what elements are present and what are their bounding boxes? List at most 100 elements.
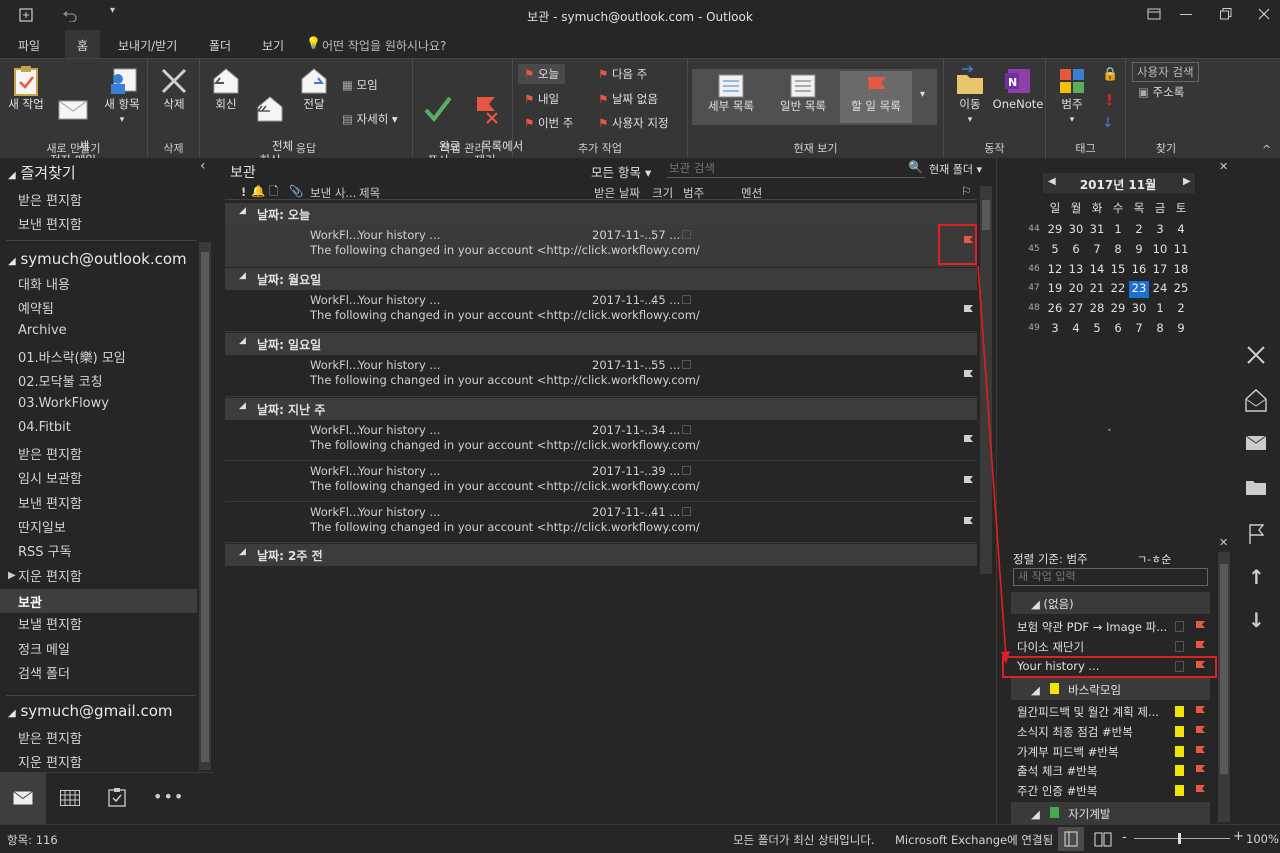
- nav-folder[interactable]: 02.모닥불 코칭: [18, 371, 103, 390]
- search-box[interactable]: 🔍: [667, 160, 925, 178]
- gmail-inbox[interactable]: 받은 편지함: [18, 728, 82, 747]
- message-row[interactable]: WorkFl... Your history ... 2017-11-... 57 .…: [225, 225, 977, 267]
- calendar-day[interactable]: 4: [1066, 321, 1086, 335]
- calendar-day[interactable]: 9: [1171, 321, 1191, 335]
- calendar-day[interactable]: 30: [1129, 301, 1149, 315]
- nav-folder[interactable]: 딴지일보: [18, 517, 66, 536]
- nav-folder[interactable]: 받은 편지함: [18, 444, 82, 463]
- collapse-triangle-icon[interactable]: ◢: [239, 547, 246, 557]
- delete-x-icon[interactable]: [1246, 345, 1266, 365]
- close-window-icon[interactable]: [1258, 8, 1270, 20]
- expand-triangle-icon[interactable]: ▶: [8, 570, 16, 581]
- message-row[interactable]: WorkFl... Your history ... 2017-11-... 34 .…: [225, 420, 977, 461]
- reminder-column-icon[interactable]: 🔔: [251, 184, 265, 198]
- categorize-button[interactable]: 범주 ▾: [1052, 65, 1092, 127]
- account-outlook-header[interactable]: ◢ symuch@outlook.com: [8, 250, 187, 268]
- category-column[interactable]: 범주: [683, 185, 704, 201]
- list-scroll-thumb[interactable]: [982, 200, 990, 230]
- address-book-button[interactable]: ▣ 주소록: [1138, 84, 1184, 100]
- calendar-day[interactable]: 28: [1087, 301, 1107, 315]
- calendar-day[interactable]: 2: [1129, 222, 1149, 236]
- calendar-day[interactable]: 8: [1108, 242, 1128, 256]
- flag-icon[interactable]: [1195, 784, 1207, 797]
- calendar-day[interactable]: 20: [1066, 281, 1086, 295]
- calendar-day[interactable]: 14: [1087, 262, 1107, 276]
- gmail-deleted[interactable]: 지운 편지함: [18, 752, 82, 771]
- group-header[interactable]: ◢ 날짜: 일요일: [225, 333, 977, 355]
- received-column[interactable]: 받은 날짜: [594, 185, 640, 201]
- flag-today-button[interactable]: ⚑ 오늘: [518, 64, 566, 84]
- calendar-day[interactable]: 12: [1045, 262, 1065, 276]
- flag-icon[interactable]: [1195, 725, 1207, 738]
- collapse-triangle-icon[interactable]: ◢: [239, 206, 246, 216]
- calendar-day[interactable]: 15: [1108, 262, 1128, 276]
- high-importance-icon[interactable]: !: [1106, 91, 1113, 109]
- sort-by[interactable]: 정렬 기준: 범주: [1013, 551, 1088, 567]
- tab-file[interactable]: 파일: [18, 37, 40, 54]
- tab-folder[interactable]: 폴더: [209, 37, 231, 54]
- calendar-day[interactable]: 31: [1087, 222, 1107, 236]
- task-item[interactable]: 보험 약관 PDF → Image 파...: [1011, 616, 1210, 636]
- zoom-slider-thumb[interactable]: [1178, 833, 1181, 844]
- task-scroll-thumb[interactable]: [1220, 564, 1228, 774]
- mark-read-icon[interactable]: [1244, 430, 1268, 454]
- reply-button[interactable]: 회신: [206, 65, 246, 111]
- new-task-button[interactable]: 새 작업: [2, 65, 50, 111]
- restore-icon[interactable]: [1220, 8, 1232, 20]
- tab-home[interactable]: 홈: [65, 30, 101, 58]
- fav-inbox[interactable]: 받은 편지함: [18, 190, 82, 209]
- fav-sent[interactable]: 보낸 편지함: [18, 214, 82, 233]
- calendar-day[interactable]: 3: [1045, 321, 1065, 335]
- calendar-day-today[interactable]: 23: [1129, 281, 1149, 299]
- low-importance-icon[interactable]: ↓: [1102, 115, 1114, 131]
- onenote-button[interactable]: N OneNote: [992, 65, 1044, 111]
- calendar-day[interactable]: 18: [1171, 262, 1191, 276]
- account-gmail-header[interactable]: ◢ symuch@gmail.com: [8, 702, 173, 720]
- flag-icon[interactable]: [1195, 705, 1207, 718]
- nav-folder[interactable]: 임시 보관함: [18, 468, 82, 487]
- tasks-nav-icon[interactable]: [108, 787, 126, 807]
- task-item[interactable]: 주간 인증 #반복: [1011, 780, 1210, 800]
- flag-this-week-button[interactable]: ⚑ 이번 주: [524, 115, 573, 131]
- nav-folder[interactable]: 04.Fitbit: [18, 420, 71, 435]
- move-button[interactable]: 이동 ▾: [950, 65, 990, 127]
- task-item[interactable]: 소식지 최종 점검 #반복: [1011, 721, 1210, 741]
- more-respond-button[interactable]: ▤ 자세히 ▾: [342, 111, 398, 127]
- calendar-day[interactable]: 10: [1150, 242, 1170, 256]
- calendar-day[interactable]: 26: [1045, 301, 1065, 315]
- flag-icon[interactable]: [1195, 640, 1207, 653]
- calendar-day[interactable]: 27: [1066, 301, 1086, 315]
- close-tasks-icon[interactable]: ✕: [1219, 536, 1228, 549]
- minimize-icon[interactable]: [1180, 14, 1192, 15]
- calendar-day[interactable]: 30: [1066, 222, 1086, 236]
- calendar-day[interactable]: 9: [1129, 242, 1149, 256]
- view-detailed-button[interactable]: 세부 목록: [696, 73, 766, 113]
- flag-custom-button[interactable]: ⚑ 사용자 지정: [598, 115, 669, 131]
- calendar-day[interactable]: 21: [1087, 281, 1107, 295]
- calendar-day[interactable]: 7: [1129, 321, 1149, 335]
- tell-me-input[interactable]: 어떤 작업을 원하시나요?: [322, 37, 446, 54]
- zoom-out-icon[interactable]: -: [1122, 830, 1127, 845]
- new-task-box[interactable]: [1013, 568, 1208, 586]
- category-box[interactable]: [682, 295, 691, 304]
- calendar-day[interactable]: 19: [1045, 281, 1065, 295]
- reading-view-icon[interactable]: [1094, 831, 1112, 847]
- calendar-day[interactable]: 29: [1108, 301, 1128, 315]
- category-box[interactable]: [682, 360, 691, 369]
- close-calendar-icon[interactable]: ✕: [1219, 160, 1228, 173]
- nav-folder[interactable]: RSS 구독: [18, 541, 72, 560]
- flag-icon[interactable]: [1195, 745, 1207, 758]
- flag-icon[interactable]: [1195, 764, 1207, 777]
- calendar-day[interactable]: 1: [1108, 222, 1128, 236]
- task-item[interactable]: 출석 체크 #반복: [1011, 760, 1210, 780]
- new-items-button[interactable]: 새 항목 ▾: [98, 65, 146, 127]
- new-task-input[interactable]: [1014, 569, 1204, 584]
- message-row[interactable]: WorkFl... Your history ... 2017-11-... 45 .…: [225, 290, 977, 332]
- calendar-day[interactable]: 24: [1150, 281, 1170, 295]
- message-row[interactable]: WorkFl... Your history ... 2017-11-... 55 .…: [225, 355, 977, 397]
- move-to-folder-icon[interactable]: [1244, 473, 1268, 497]
- task-item[interactable]: 월간피드백 및 월간 계획 제...: [1011, 701, 1210, 721]
- subject-column[interactable]: 제목: [359, 185, 380, 201]
- calendar-day[interactable]: 17: [1150, 262, 1170, 276]
- more-apps-icon[interactable]: •••: [153, 787, 184, 806]
